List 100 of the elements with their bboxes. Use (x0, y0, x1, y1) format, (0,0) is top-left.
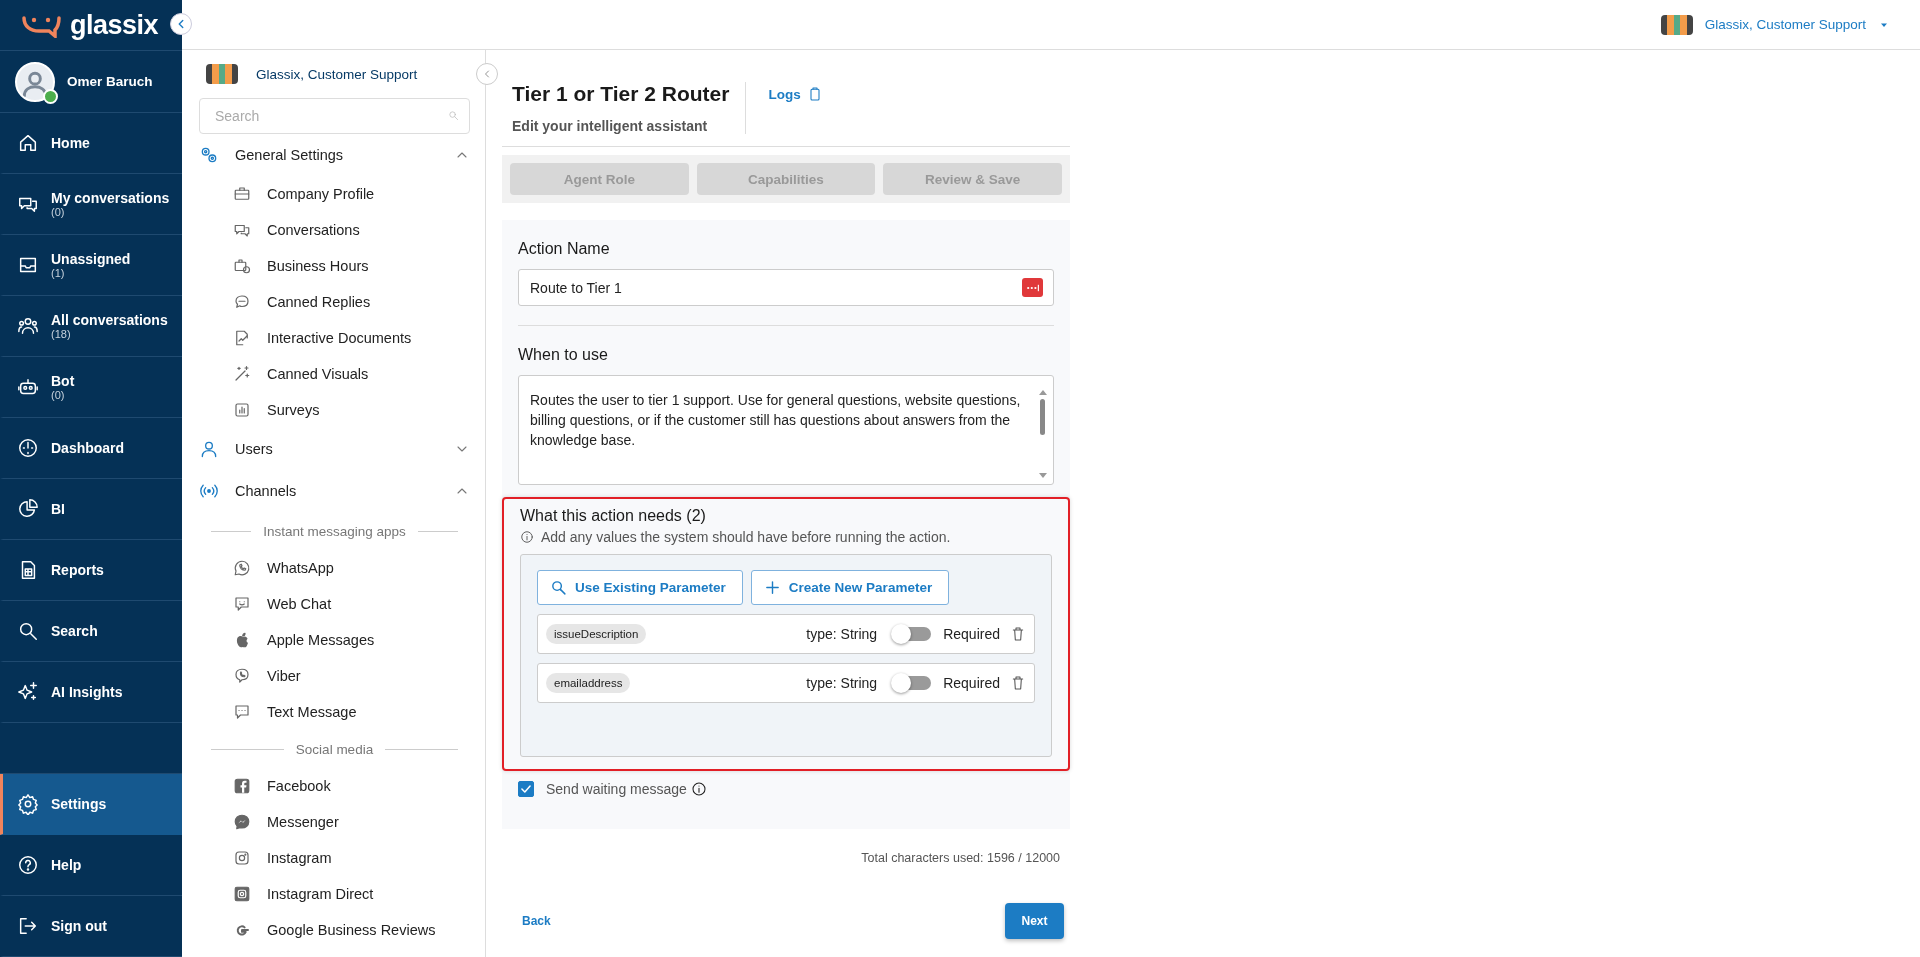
nav-item[interactable]: Sign out (0, 896, 182, 957)
whatsapp-icon (233, 559, 251, 577)
section-title: What this action needs (2) (520, 507, 707, 525)
bar-chart-icon (233, 401, 251, 419)
info-icon (690, 781, 707, 797)
pie-chart-icon (17, 498, 39, 520)
settings-link[interactable]: Surveys (199, 392, 470, 428)
required-toggle[interactable] (893, 627, 932, 641)
section-toggle[interactable]: General Settings (199, 134, 470, 176)
message-dots-icon (233, 703, 251, 721)
settings-link[interactable]: Apple Messages (199, 622, 470, 658)
account-switcher[interactable]: Glassix, Customer Support (1660, 14, 1890, 35)
viber-icon (233, 667, 251, 685)
delete-button[interactable] (1010, 626, 1026, 642)
briefcase-icon (233, 185, 251, 203)
collapse-button[interactable] (170, 13, 192, 35)
when-to-use-field[interactable]: Routes the user to tier 1 support. Use for general questions, website questions, billing questions, or if the customer still has questions about answers from the knowledge base. (518, 375, 1054, 485)
delete-button[interactable] (1010, 675, 1026, 691)
nav-item[interactable]: BI (0, 479, 182, 540)
help-icon (17, 854, 39, 876)
document-pen-icon (233, 329, 251, 347)
nav-item[interactable]: AI Insights (0, 662, 182, 723)
parameter-button[interactable]: Use Existing Parameter (537, 570, 743, 605)
settings-link[interactable]: Canned Visuals (199, 356, 470, 392)
search-field[interactable]: Search (199, 98, 470, 134)
settings-link[interactable]: Google Business Reviews (199, 912, 470, 948)
section-toggle[interactable]: Users (199, 428, 470, 470)
toggle-label: Required (943, 675, 1000, 691)
nav-count: (18) (51, 328, 72, 340)
settings-link[interactable]: Instagram (199, 840, 470, 876)
team-picture (206, 64, 238, 84)
settings-link[interactable]: Web Chat (199, 586, 470, 622)
nav-item[interactable]: My conversations (0) (0, 174, 182, 235)
settings-link[interactable]: Instagram Direct (199, 876, 470, 912)
parameter-type: type: String (806, 626, 878, 642)
parameter-chip: issueDescription (546, 624, 647, 644)
nav-item[interactable]: Home (0, 113, 182, 174)
magic-wand-icon (233, 365, 251, 383)
back-link[interactable]: Back (522, 914, 551, 928)
group-heading: Social media (295, 741, 374, 757)
nav-item[interactable]: Unassigned (1) (0, 235, 182, 296)
nav-count: (0) (51, 389, 66, 401)
character-count: Total characters used: 1596 / 12000 (860, 851, 1061, 865)
search-icon (17, 620, 39, 642)
account-name: Glassix, Customer Support (256, 66, 418, 82)
nav-item[interactable]: Settings (0, 774, 182, 835)
chat-smile-icon (233, 595, 251, 613)
settings-link[interactable]: Messenger (199, 804, 470, 840)
toggle-label: Required (943, 626, 1000, 642)
settings-link[interactable]: Conversations (199, 212, 470, 248)
page-title: Tier 1 or Tier 2 Router (512, 82, 730, 106)
sign-out-icon (17, 915, 39, 937)
nav-item[interactable]: Reports (0, 540, 182, 601)
checkbox[interactable] (518, 781, 534, 797)
settings-link[interactable]: Text Message (199, 694, 470, 730)
brand-name: glassix (70, 9, 159, 41)
nav-item[interactable]: All conversations (18) (0, 296, 182, 357)
search-icon (448, 110, 459, 121)
settings-link[interactable]: Business Hours (199, 248, 470, 284)
password-manager-icon (1022, 278, 1043, 297)
settings-link[interactable]: Canned Replies (199, 284, 470, 320)
parameter-type: type: String (806, 675, 878, 691)
person-icon (199, 439, 219, 459)
nav-item[interactable]: Dashboard (0, 418, 182, 479)
nav-count: (1) (51, 267, 66, 279)
logs-link[interactable]: Logs (768, 86, 823, 102)
briefcase-clock-icon (233, 257, 251, 275)
trash-icon (1010, 675, 1026, 691)
info-icon (520, 530, 534, 544)
hint-text: Add any values the system should have before running the action. (541, 529, 951, 545)
required-toggle[interactable] (893, 676, 932, 690)
nav-item[interactable]: Search (0, 601, 182, 662)
checkbox-label: Send waiting message (546, 781, 687, 797)
nav-item[interactable]: Bot (0) (0, 357, 182, 418)
instagram-icon (233, 885, 251, 903)
page-subtitle: Edit your intelligent assistant (512, 118, 709, 134)
field-label: Action Name (518, 240, 611, 258)
nav-count: (0) (51, 206, 66, 218)
facebook-icon (233, 777, 251, 795)
settings-link[interactable]: WhatsApp (199, 550, 470, 586)
search-icon (550, 579, 567, 596)
section-toggle[interactable]: Channels (199, 470, 470, 512)
settings-link[interactable]: Company Profile (199, 176, 470, 212)
nav-item[interactable]: Help (0, 835, 182, 896)
settings-link[interactable]: Interactive Documents (199, 320, 470, 356)
plus-icon (763, 579, 781, 596)
gauge-icon (17, 437, 39, 459)
action-name-field[interactable]: Route to Tier 1 (518, 269, 1054, 306)
instagram-icon (233, 849, 251, 867)
parameter-chip: emailaddress (546, 673, 631, 693)
settings-link[interactable]: Viber (199, 658, 470, 694)
settings-link[interactable]: Facebook (199, 768, 470, 804)
speech-bubble-icon (233, 293, 251, 311)
home-icon (17, 132, 39, 154)
next-button[interactable]: Next (1005, 903, 1064, 939)
team-picture (1660, 14, 1693, 35)
field-label: When to use (518, 346, 609, 364)
gears-icon (199, 145, 219, 165)
parameter-button[interactable]: Create New Parameter (750, 570, 950, 605)
group-heading: Instant messaging apps (263, 523, 406, 539)
